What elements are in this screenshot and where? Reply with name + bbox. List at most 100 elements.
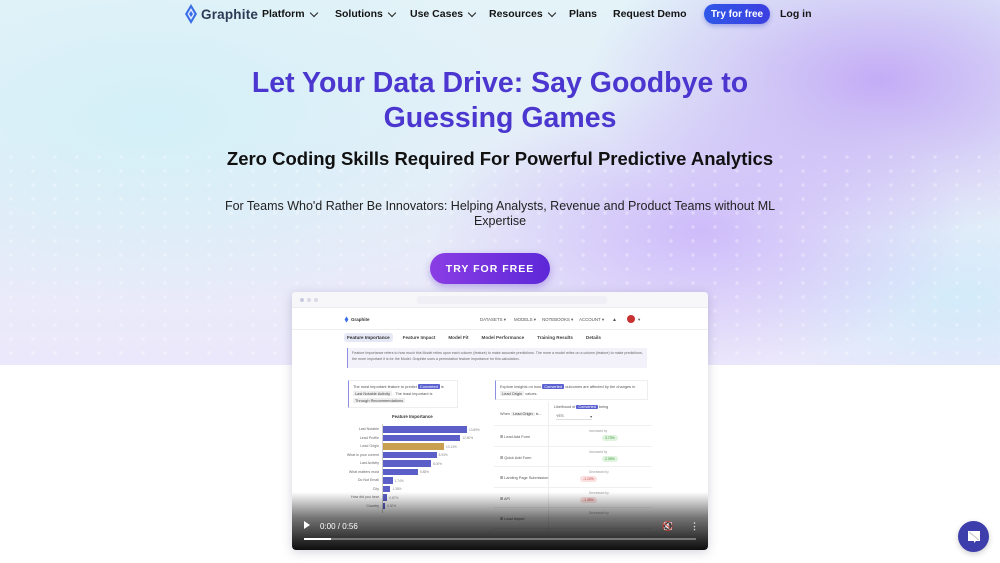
brand-logo[interactable]: Graphite [184, 3, 258, 25]
nav-platform[interactable]: Platform [262, 8, 318, 20]
window-dot [300, 298, 304, 302]
tab-training-results: Training Results [537, 335, 573, 340]
bar-label: Last Notable [358, 427, 379, 431]
try-for-free-button[interactable]: Try for free [704, 4, 770, 24]
bar-value: 8.93% [438, 453, 448, 457]
when-label: When Lead Origin is... [500, 412, 542, 416]
likelihood-label: Likelihood of Converted being [554, 405, 608, 409]
when-chip: Lead Origin [510, 412, 535, 416]
feature-chip: Last Notable Activity [353, 391, 393, 396]
when-suffix: is... [535, 412, 542, 416]
nav-plans[interactable]: Plans [569, 8, 597, 20]
demo-video[interactable]: Graphite DATASETS ▾ MODELS ▾ NOTEBOOKS ▾… [292, 292, 708, 550]
target-chip: Converted [542, 384, 565, 389]
bar-label: What is your current [346, 452, 379, 457]
hero-title-line1: Let Your Data Drive: Say Goodbye to [251, 67, 749, 99]
nav-label: Platform [262, 8, 305, 20]
nav-solutions[interactable]: Solutions [335, 8, 397, 20]
insight-row: ⊞ Quick Add Form Increased by 2.09% [494, 447, 652, 467]
video-controls: 0:00 / 0:56 🔇 ⋮ [292, 492, 708, 550]
nav-label: Plans [569, 8, 598, 20]
hero-subtitle: Zero Coding Skills Required For Powerful… [226, 148, 774, 169]
tab-model-fit: Model Fit [448, 335, 469, 340]
bar-label: Lead Profile [359, 435, 379, 440]
play-icon[interactable] [304, 521, 310, 529]
insight-card: Explore insights on how Converted outcom… [495, 380, 648, 400]
video-progress-bar[interactable] [304, 538, 696, 540]
url-bar [417, 296, 607, 304]
app-tabs: Feature Importance Feature Impact Model … [344, 333, 604, 342]
window-dot [314, 298, 318, 302]
row-label: ⊞ Quick Add Form [500, 455, 532, 460]
bar-label: Do Not Email [357, 478, 379, 482]
tab-details: Details [585, 335, 601, 340]
nav-label: Request Demo [613, 8, 687, 20]
row-label: ⊞ Landing Page Submission [500, 476, 549, 480]
nav-label: Use Cases [410, 8, 464, 20]
row-caption: Increased by [589, 449, 608, 454]
chevron-down-icon: ▾ [590, 415, 592, 419]
feature-bar [382, 426, 467, 433]
fullscreen-icon[interactable] [664, 522, 672, 530]
browser-bar [292, 292, 708, 308]
feature-bar [382, 434, 461, 441]
video-time: 0:00 / 0:56 [320, 522, 358, 531]
bar-label: City [372, 486, 379, 491]
tab-model-performance: Model Performance [481, 335, 525, 340]
nav-resources[interactable]: Resources [489, 8, 556, 20]
nav-use-cases[interactable]: Use Cases [410, 8, 477, 20]
chevron-down-icon: ▾ [638, 317, 641, 322]
card-text: The most important feature to predict [353, 384, 417, 389]
feature-bar [382, 443, 444, 450]
select-value: YES [556, 414, 564, 418]
outcome-select: YES ▾ [556, 414, 592, 420]
cta-try-for-free-button[interactable]: TRY FOR FREE [430, 253, 550, 284]
change-pill: 3.73% [602, 435, 618, 441]
tab-feature-impact: Feature Impact [402, 335, 436, 340]
insight-row: ⊞ Landing Page Submission Decreased by -1.… [494, 467, 652, 488]
insight-row: ⊞ Lead Add Form Increased by 3.73% [494, 426, 652, 447]
more-options-icon[interactable]: ⋮ [690, 521, 699, 532]
bar-value: 10.13% [445, 444, 457, 449]
chat-button[interactable] [958, 521, 989, 552]
when-text: When [500, 412, 510, 416]
nav-request-demo[interactable]: Request Demo [613, 8, 687, 20]
card-text: is [440, 384, 444, 389]
top-nav: Graphite Platform Solutions Use Cases Re… [0, 0, 1000, 28]
brand-name: Graphite [201, 6, 259, 22]
nav-label: Resources [489, 8, 543, 20]
least-chip: Through Recommendations [353, 398, 406, 403]
feature-chip: Lead Origin [500, 391, 525, 396]
bell-icon: ▲ [612, 317, 617, 323]
chevron-down-icon [547, 8, 556, 17]
app-logo: Graphite [344, 316, 370, 323]
avatar [627, 315, 635, 323]
top-feature-card: The most important feature to predict Co… [348, 380, 458, 408]
app-menu-models: MODELS ▾ [514, 317, 536, 322]
login-link[interactable]: Log in [780, 8, 812, 20]
graphite-logo-icon [185, 4, 197, 24]
app-menu-notebooks: NOTEBOOKS ▾ [542, 317, 574, 322]
chat-bubble-icon [967, 530, 980, 543]
bar-label: Last Activity [360, 461, 379, 465]
chevron-down-icon [467, 8, 477, 17]
nav-label: Solutions [335, 8, 383, 20]
tab-feature-importance: Feature Importance [344, 333, 393, 342]
app-navbar: Graphite DATASETS ▾ MODELS ▾ NOTEBOOKS ▾… [292, 308, 708, 330]
card-text: outcomes are affected by the changes in [565, 384, 636, 389]
video-progress-fill [304, 538, 332, 540]
feature-bar [382, 460, 431, 467]
info-banner: Feature Importance refers to how much th… [347, 348, 647, 368]
row-caption: Decreased by [589, 470, 609, 474]
hero-title-line2: Guessing Games [383, 101, 617, 134]
hero-tagline: For Teams Who'd Rather Be Innovators: He… [224, 199, 776, 228]
bar-value: 5.88% [419, 470, 430, 474]
bar-label: What matters most [348, 469, 379, 474]
bar-value: 8.00% [432, 461, 442, 466]
target-chip: Converted [417, 384, 440, 389]
app-menu-account: ACCOUNT ▾ [579, 317, 605, 322]
target-chip: Converted [576, 405, 598, 409]
bar-value: 1.38% [392, 487, 402, 491]
window-dot [307, 298, 311, 302]
likelihood-text: Likelihood of [554, 405, 576, 409]
